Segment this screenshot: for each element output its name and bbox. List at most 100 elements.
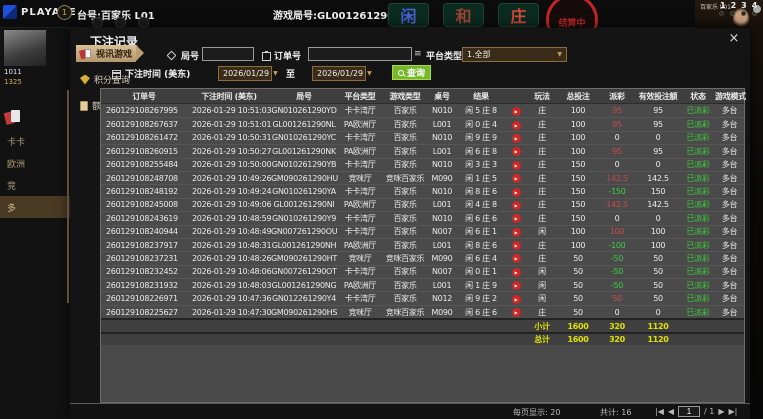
play-icon[interactable]: ▶ — [511, 120, 521, 130]
document-icon — [80, 100, 88, 111]
play-icon[interactable]: ▶ — [511, 227, 521, 237]
cell-result: 闲 9 庄 9 — [465, 133, 497, 143]
cell-total-bet: 100 — [570, 146, 586, 156]
cell-round-id: GN010261290Y9 — [271, 213, 337, 223]
table-row[interactable]: 260129108261472 2026-01-29 10:50:31 GN01… — [101, 130, 744, 145]
chip-icon[interactable] — [92, 17, 103, 28]
table-row[interactable]: 260129108240944 2026-01-29 10:48:49 GN00… — [101, 224, 744, 238]
sidebar-item-label: 视讯游戏 — [96, 50, 133, 60]
cell-platform: PA欧洲厅 — [343, 240, 377, 250]
last-page-icon[interactable]: ▶| — [729, 407, 738, 416]
play-icon[interactable]: ▶ — [511, 106, 521, 116]
pagination: |◀ ◀ / 1 ▶ ▶| — [655, 406, 737, 417]
table-row[interactable]: 260129108248192 2026-01-29 10:49:24 GN01… — [101, 184, 744, 198]
cell-game-mode: 多台 — [721, 160, 738, 170]
seat-number[interactable]: 3 — [741, 1, 747, 10]
header-result: 结果 — [473, 91, 489, 101]
play-icon[interactable]: ▶ — [511, 147, 521, 157]
search-icon — [398, 69, 404, 76]
cell-bet-side: 庄 — [538, 173, 546, 183]
play-icon[interactable]: ▶ — [511, 160, 521, 170]
search-button[interactable]: 查询 — [392, 65, 432, 80]
chip-icon[interactable] — [115, 17, 126, 28]
cell-order-id: 260129108243619 — [106, 213, 178, 223]
first-page-icon[interactable]: |◀ — [655, 407, 664, 416]
cell-result: 闲 0 庄 1 — [465, 267, 497, 277]
header-game-type: 游戏类型 — [389, 91, 421, 101]
date-to-picker[interactable]: 2026/01/29 ▼ — [312, 66, 372, 81]
cell-game-type: 百家乐 — [393, 187, 417, 197]
bg-menu-item-jing[interactable]: 竞 — [0, 174, 70, 196]
play-icon[interactable]: ▶ — [511, 200, 521, 210]
prev-page-icon[interactable]: ◀ — [668, 407, 674, 416]
table-row[interactable]: 260129108231932 2026-01-29 10:48:03 GL00… — [101, 278, 744, 292]
cell-total-bet: 50 — [573, 267, 583, 277]
corner-control-icon[interactable] — [753, 5, 761, 13]
next-page-icon[interactable]: ▶ — [718, 407, 724, 416]
sidebar-item-video-games[interactable]: 视讯游戏 — [76, 45, 144, 62]
play-icon[interactable]: ▶ — [511, 267, 521, 277]
play-icon[interactable]: ▶ — [511, 281, 521, 291]
cell-round-id: GL001261290NL — [272, 120, 336, 130]
cell-status: 已派彩 — [686, 253, 710, 263]
date-from-picker[interactable]: 2026/01/29 ▼ — [218, 66, 278, 81]
table-row[interactable]: 260129108237917 2026-01-29 10:48:31 GL00… — [101, 237, 744, 252]
bg-menu-item-kaka[interactable]: 卡卡 — [0, 130, 70, 152]
cell-payout: -50 — [610, 267, 624, 277]
bet-tie-button[interactable]: 和 — [443, 3, 484, 27]
table-row[interactable]: 260129108248708 2026-01-29 10:49:26 GM09… — [101, 170, 744, 185]
bet-player-button[interactable]: 闲 — [388, 3, 429, 27]
table-row[interactable]: 260129108267637 2026-01-29 10:51:01 GL00… — [101, 117, 744, 131]
play-icon[interactable]: ▶ — [511, 308, 521, 318]
seat-number[interactable]: 2 — [731, 1, 737, 10]
table-row[interactable]: 260129108245008 2026-01-29 10:49:06 GL00… — [101, 197, 744, 212]
cell-bet-time: 2026-01-29 10:48:49 — [192, 227, 272, 237]
bg-menu-item-multi[interactable]: 多 — [0, 196, 70, 218]
cell-game-type: 百家乐 — [393, 133, 417, 143]
play-icon[interactable]: ▶ — [511, 294, 521, 304]
chip-icon[interactable] — [138, 17, 149, 28]
play-icon[interactable]: ▶ — [511, 254, 521, 264]
cell-table-no: N010 — [431, 106, 453, 116]
round-input[interactable] — [202, 47, 254, 61]
page-total-label: / 1 — [704, 407, 715, 416]
table-row[interactable]: 260129108225627 2026-01-29 10:47:30 GM09… — [101, 304, 744, 319]
cell-status: 已派彩 — [686, 307, 710, 317]
play-icon[interactable]: ▶ — [511, 133, 521, 143]
cell-game-mode: 多台 — [721, 253, 738, 263]
close-icon[interactable]: × — [726, 31, 742, 47]
table-row[interactable]: 260129108237231 2026-01-29 10:48:26 GM09… — [101, 251, 744, 265]
cell-bet-side: 庄 — [538, 120, 546, 130]
cell-bet-side: 庄 — [538, 240, 546, 250]
play-icon[interactable]: ▶ — [511, 174, 521, 184]
order-input[interactable] — [308, 47, 412, 61]
play-icon[interactable]: ▶ — [511, 214, 521, 224]
subtotal-row: 小计 1600 320 1120 — [101, 318, 744, 332]
cell-round-id: GN010261290YC — [271, 133, 337, 143]
table-row[interactable]: 260129108267995 2026-01-29 10:51:03 GN01… — [101, 104, 744, 118]
table-row[interactable]: 260129108255484 2026-01-29 10:50:00 GN01… — [101, 157, 744, 171]
bg-menu-item-europe[interactable]: 欧洲 — [0, 152, 70, 174]
play-icon[interactable]: ▶ — [511, 241, 521, 251]
cell-bet-side: 庄 — [538, 213, 546, 223]
play-icon[interactable]: ▶ — [511, 187, 521, 197]
bet-banker-button[interactable]: 庄 — [498, 3, 539, 27]
cell-bet-time: 2026-01-29 10:47:36 — [192, 294, 272, 304]
cell-platform: 卡卡湾厅 — [344, 160, 376, 170]
cell-result: 闲 3 庄 3 — [465, 160, 497, 170]
seat-number[interactable]: 1 — [720, 1, 726, 10]
cell-game-mode: 多台 — [721, 173, 738, 183]
subtotal-valid-bet: 1120 — [647, 321, 669, 331]
table-row[interactable]: 260129108226971 2026-01-29 10:47:36 GN01… — [101, 291, 744, 305]
cell-order-id: 260129108231932 — [106, 280, 178, 290]
cell-status: 已派彩 — [686, 200, 710, 210]
cell-total-bet: 150 — [570, 187, 586, 197]
cell-bet-time: 2026-01-29 10:49:26 — [192, 173, 272, 183]
table-row[interactable]: 260129108260915 2026-01-29 10:50:27 GL00… — [101, 144, 744, 158]
table-row[interactable]: 260129108232452 2026-01-29 10:48:06 GN00… — [101, 264, 744, 279]
platform-select[interactable]: 1.全部 ▼ — [462, 47, 567, 62]
page-number-input[interactable] — [678, 406, 701, 417]
table-row[interactable]: 260129108243619 2026-01-29 10:48:59 GN01… — [101, 211, 744, 225]
seat-number-badge: 1 — [57, 5, 72, 20]
subtotal-payout: 320 — [609, 321, 625, 331]
